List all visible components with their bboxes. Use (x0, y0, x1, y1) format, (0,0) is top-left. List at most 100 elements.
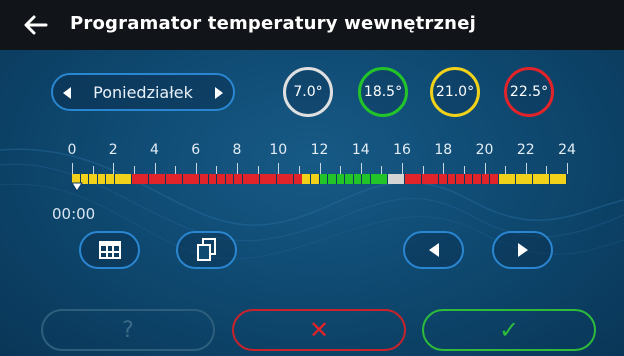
header-bar: Programator temperatury wewnętrznej (0, 0, 624, 50)
schedule-slot[interactable] (532, 174, 542, 184)
hour-tick (567, 163, 568, 174)
schedule-slot[interactable] (328, 174, 337, 184)
schedule-slot[interactable] (259, 174, 269, 184)
schedule-slot[interactable] (285, 174, 295, 184)
hour-label: 16 (393, 142, 411, 158)
schedule-slot[interactable] (336, 174, 346, 184)
move-left-button[interactable] (403, 231, 464, 269)
schedule-slot[interactable] (251, 174, 261, 184)
temperature-preset-1[interactable]: 7.0° (283, 67, 333, 117)
schedule-slot[interactable] (362, 174, 371, 184)
grid-view-button[interactable] (79, 231, 140, 269)
schedule-slot[interactable] (225, 174, 235, 184)
schedule-slot[interactable] (208, 174, 218, 184)
time-cursor-marker[interactable] (71, 182, 83, 192)
schedule-slot[interactable] (217, 174, 226, 184)
hour-tick (505, 166, 506, 174)
schedule-slot[interactable] (456, 174, 465, 184)
move-right-button[interactable] (492, 231, 553, 269)
schedule-slot[interactable] (114, 174, 124, 184)
hour-tick (546, 166, 547, 174)
hour-tick (299, 166, 300, 174)
schedule-slot[interactable] (157, 174, 167, 184)
schedule-slot[interactable] (379, 174, 389, 184)
schedule-slot[interactable] (106, 174, 115, 184)
schedule-slot[interactable] (242, 174, 252, 184)
hour-label: 2 (108, 142, 118, 158)
hour-label: 8 (232, 142, 242, 158)
schedule-slot[interactable] (524, 174, 534, 184)
schedule-slot[interactable] (182, 174, 192, 184)
hour-label: 12 (310, 142, 329, 158)
schedule-slot[interactable] (123, 174, 133, 184)
schedule-slot[interactable] (404, 174, 414, 184)
next-day-icon[interactable] (213, 86, 225, 100)
schedule-slot[interactable] (370, 174, 380, 184)
hour-tick (278, 163, 279, 174)
schedule-slot[interactable] (396, 174, 406, 184)
cancel-button[interactable]: ✕ (232, 309, 406, 351)
current-time-readout: 00:00 (52, 205, 96, 223)
schedule-slot[interactable] (345, 174, 354, 184)
schedule-slot[interactable] (353, 174, 363, 184)
schedule-slot[interactable] (276, 174, 286, 184)
temperature-preset-3[interactable]: 21.0° (430, 67, 480, 117)
schedule-slot[interactable] (89, 174, 98, 184)
schedule-slot[interactable] (515, 174, 525, 184)
hour-tick (258, 166, 259, 174)
hour-tick (237, 163, 238, 174)
hour-label: 0 (67, 142, 77, 158)
schedule-slot[interactable] (507, 174, 517, 184)
confirm-button[interactable]: ✓ (422, 309, 596, 351)
schedule-slot[interactable] (148, 174, 158, 184)
schedule-slot[interactable] (174, 174, 184, 184)
schedule-slot[interactable] (165, 174, 175, 184)
hour-tick (72, 163, 73, 174)
schedule-slot[interactable] (473, 174, 482, 184)
schedule-slot[interactable] (97, 174, 107, 184)
day-selector[interactable]: Poniedziałek (51, 73, 235, 111)
schedule-slot[interactable] (191, 174, 201, 184)
grid-icon (98, 241, 121, 259)
schedule-slot[interactable] (200, 174, 209, 184)
help-label: ? (122, 317, 134, 343)
schedule-slot[interactable] (421, 174, 431, 184)
back-arrow-icon[interactable] (22, 11, 50, 39)
cancel-icon: ✕ (308, 316, 330, 344)
hour-tick (464, 166, 465, 174)
hour-tick (423, 166, 424, 174)
schedule-slot[interactable] (413, 174, 423, 184)
hour-label: 6 (191, 142, 201, 158)
hour-tick (340, 166, 341, 174)
schedule-slot[interactable] (558, 174, 568, 184)
schedule-slot[interactable] (447, 174, 457, 184)
schedule-slot[interactable] (319, 174, 329, 184)
copy-day-button[interactable] (176, 231, 237, 269)
temperature-preset-2[interactable]: 18.5° (358, 67, 408, 117)
schedule-slot[interactable] (541, 174, 551, 184)
temperature-preset-4[interactable]: 22.5° (504, 67, 554, 117)
schedule-slot[interactable] (430, 174, 440, 184)
schedule-slot[interactable] (302, 174, 312, 184)
schedule-slot[interactable] (131, 174, 141, 184)
hour-tick (196, 163, 197, 174)
schedule-slot[interactable] (498, 174, 508, 184)
schedule-slot[interactable] (310, 174, 320, 184)
schedule-slot[interactable] (464, 174, 474, 184)
schedule-slot[interactable] (438, 174, 448, 184)
help-button[interactable]: ? (41, 309, 215, 351)
hour-tick (361, 163, 362, 174)
schedule-slot[interactable] (387, 174, 397, 184)
schedule-slot[interactable] (549, 174, 559, 184)
schedule-slot[interactable] (481, 174, 491, 184)
screen: Programator temperatury wewnętrznej Poni… (0, 0, 624, 356)
hour-label: 24 (558, 142, 576, 158)
schedule-slot[interactable] (490, 174, 500, 184)
triangle-left-icon (428, 243, 439, 257)
hour-tick (93, 166, 94, 174)
schedule-slot[interactable] (140, 174, 150, 184)
hour-tick (320, 163, 321, 174)
schedule-slot[interactable] (234, 174, 243, 184)
schedule-slot[interactable] (293, 174, 303, 184)
schedule-slot[interactable] (268, 174, 278, 184)
